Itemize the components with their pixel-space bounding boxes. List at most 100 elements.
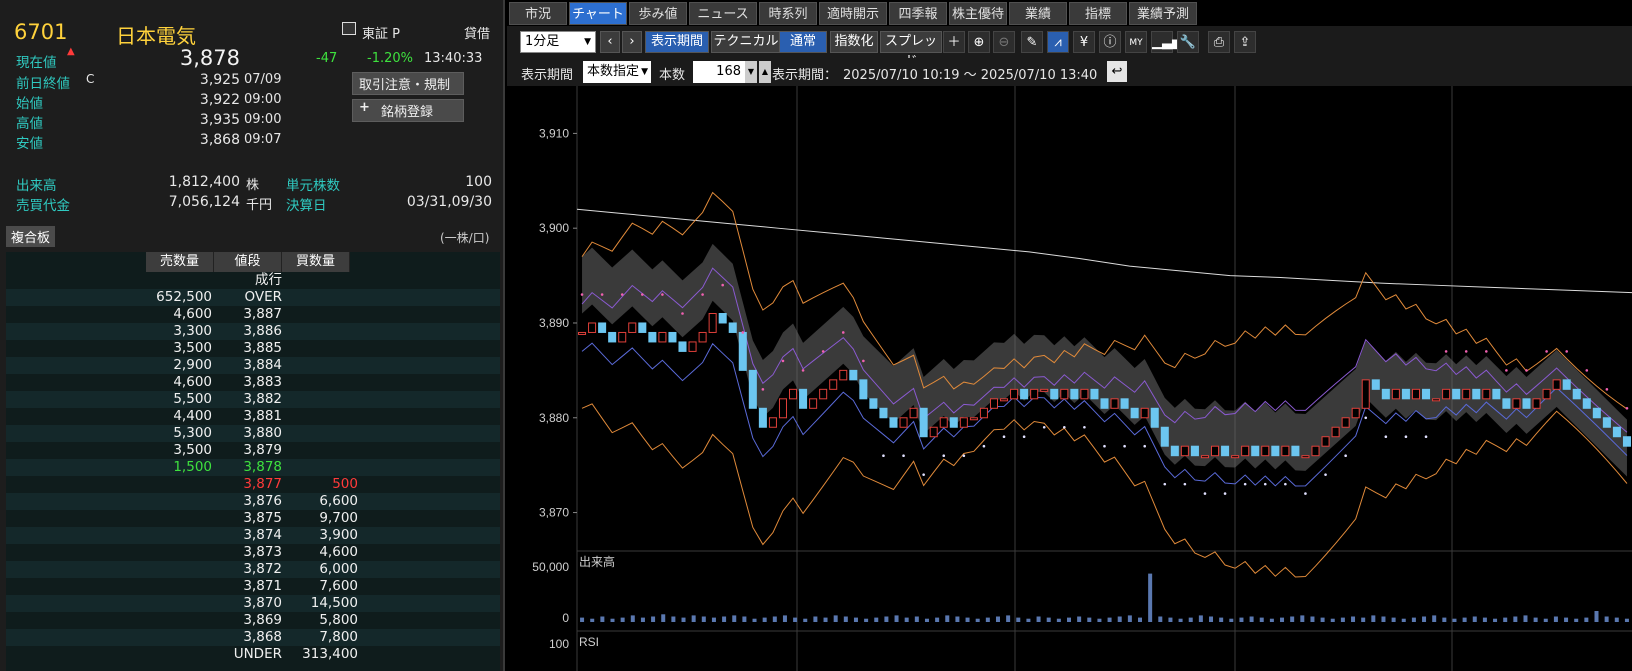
book-row[interactable]: 652,500 OVER — [6, 289, 500, 306]
price-chart[interactable]: 3,910 3,900 3,890 3,880 3,870 出来高 50,000 0 RSI 10… — [507, 86, 1632, 671]
count-down-icon[interactable]: ▼ — [745, 61, 757, 83]
volume-bar — [1422, 616, 1427, 622]
composite-board-tab[interactable]: 複合板 — [6, 226, 56, 247]
volume-bar — [803, 618, 808, 622]
zoom-out-icon[interactable]: ⊖ — [993, 31, 1015, 53]
candle — [1160, 426, 1169, 447]
order-book: 売数量 値段 買数量 成行 652,500 OVER 4,600 3,887 3,300… — [6, 252, 500, 671]
candle — [1180, 445, 1189, 457]
tab-10[interactable]: 業績予測 — [1129, 2, 1197, 25]
book-row[interactable]: 3,877 500 — [6, 476, 500, 493]
caution-button[interactable]: 取引注意・規制 — [352, 72, 464, 95]
candle — [1582, 398, 1591, 409]
reset-icon[interactable]: ↩ — [1107, 61, 1127, 82]
candle — [1130, 407, 1139, 419]
book-row[interactable]: 3,875 9,700 — [6, 510, 500, 527]
pencil-icon[interactable]: ✎ — [1021, 31, 1043, 53]
sar-dot — [982, 444, 986, 448]
spread-button[interactable]: スプレッド — [880, 31, 942, 69]
book-row[interactable]: 3,869 5,800 — [6, 612, 500, 629]
candle — [1291, 445, 1300, 457]
book-row[interactable]: 3,300 3,886 — [6, 323, 500, 340]
book-row[interactable]: 4,600 3,883 — [6, 374, 500, 391]
volume-bar — [752, 618, 757, 622]
unit-shares-value: 100 — [465, 174, 492, 190]
zoom-in-icon[interactable]: ⊕ — [968, 31, 990, 53]
register-button[interactable]: + 銘柄登録 — [352, 99, 464, 122]
wrench-icon[interactable]: 🔧 — [1177, 31, 1199, 53]
tab-6[interactable]: 四季報 — [889, 2, 947, 25]
doc-icon[interactable] — [342, 22, 356, 35]
book-row[interactable]: 3,500 3,879 — [6, 442, 500, 459]
tab-2[interactable]: 歩み値 — [629, 2, 687, 25]
tab-0[interactable]: 市況 — [509, 2, 567, 25]
book-row[interactable]: 3,500 3,885 — [6, 340, 500, 357]
export-icon[interactable]: ⇪ — [1234, 31, 1256, 53]
technical-button[interactable]: テクニカル — [711, 31, 781, 53]
book-row[interactable]: 3,876 6,600 — [6, 493, 500, 510]
tab-3[interactable]: ニュース — [689, 2, 757, 25]
index-button[interactable]: 指数化 — [830, 31, 878, 53]
tab-9[interactable]: 指標 — [1069, 2, 1127, 25]
lending-label: 貸借 — [464, 27, 491, 42]
period-mode-select[interactable]: 本数指定 ▼ — [583, 61, 651, 83]
price-change: -47 — [316, 51, 338, 66]
book-price: 3,868 — [243, 629, 282, 645]
period-mode-value: 本数指定 — [587, 64, 640, 79]
book-row[interactable]: 4,400 3,881 — [6, 408, 500, 425]
candle — [1532, 398, 1541, 409]
tab-8[interactable]: 業績 — [1009, 2, 1067, 25]
unit-shares-label: 単元株数 — [286, 178, 340, 194]
candle — [1462, 388, 1471, 400]
sar-dot — [1585, 369, 1589, 372]
normal-button[interactable]: 通常 — [779, 31, 827, 53]
market-order-row[interactable]: 成行 — [6, 272, 500, 289]
volume-bar — [1493, 618, 1498, 622]
candle — [1311, 445, 1320, 457]
book-row[interactable]: 4,600 3,887 — [6, 306, 500, 323]
volume-bar — [1087, 617, 1092, 622]
candle — [1612, 426, 1621, 438]
yen-icon[interactable]: ¥ — [1073, 31, 1095, 53]
volume-bar — [1361, 617, 1366, 622]
volume-bar — [1198, 615, 1203, 622]
book-row[interactable]: 2,900 3,884 — [6, 357, 500, 374]
interval-select[interactable]: 1分足 ▼ — [520, 31, 596, 53]
book-row[interactable]: UNDER 313,400 — [6, 646, 500, 663]
ohlc-value: 3,935 — [199, 112, 240, 128]
book-buy-qty: 7,600 — [319, 578, 358, 594]
area-chart-icon[interactable]: ▁▃▅ — [1151, 31, 1182, 53]
book-row[interactable]: 3,868 7,800 — [6, 629, 500, 646]
book-row[interactable]: 3,871 7,600 — [6, 578, 500, 595]
chart-cursor-icon[interactable]: ⩘ — [1047, 31, 1069, 53]
book-row[interactable]: 5,300 3,880 — [6, 425, 500, 442]
next-button[interactable]: › — [622, 31, 642, 53]
book-row[interactable]: 3,873 4,600 — [6, 544, 500, 561]
book-row[interactable]: 1,500 3,878 — [6, 459, 500, 476]
book-row[interactable]: 3,872 6,000 — [6, 561, 500, 578]
book-row[interactable]: 3,870 14,500 — [6, 595, 500, 612]
print-icon[interactable]: ⎙ — [1208, 31, 1230, 53]
prev-button[interactable]: ‹ — [600, 31, 620, 53]
book-row[interactable]: 3,874 3,900 — [6, 527, 500, 544]
sar-dot — [620, 293, 624, 296]
period-button[interactable]: 表示期間 — [645, 31, 709, 53]
book-row[interactable]: 5,500 3,882 — [6, 391, 500, 408]
candle — [1351, 407, 1360, 419]
candle — [1030, 388, 1039, 400]
info-icon[interactable]: ⓘ — [1099, 31, 1121, 53]
crosshair-icon[interactable]: ＋ — [943, 31, 965, 53]
tab-5[interactable]: 適時開示 — [819, 2, 887, 25]
count-up-icon[interactable]: ▲ — [759, 61, 771, 83]
tab-4[interactable]: 時系列 — [759, 2, 817, 25]
volume-bar — [1188, 617, 1193, 622]
volume-bar — [935, 617, 940, 622]
candle — [628, 322, 637, 333]
sar-dot — [781, 359, 785, 363]
volume-bar — [1097, 618, 1102, 622]
tab-7[interactable]: 株主優待 — [949, 2, 1007, 25]
my-icon[interactable]: MY — [1125, 31, 1147, 53]
count-input[interactable]: 168 — [693, 61, 745, 83]
candle — [1140, 407, 1149, 419]
tab-1[interactable]: チャート — [569, 2, 627, 25]
